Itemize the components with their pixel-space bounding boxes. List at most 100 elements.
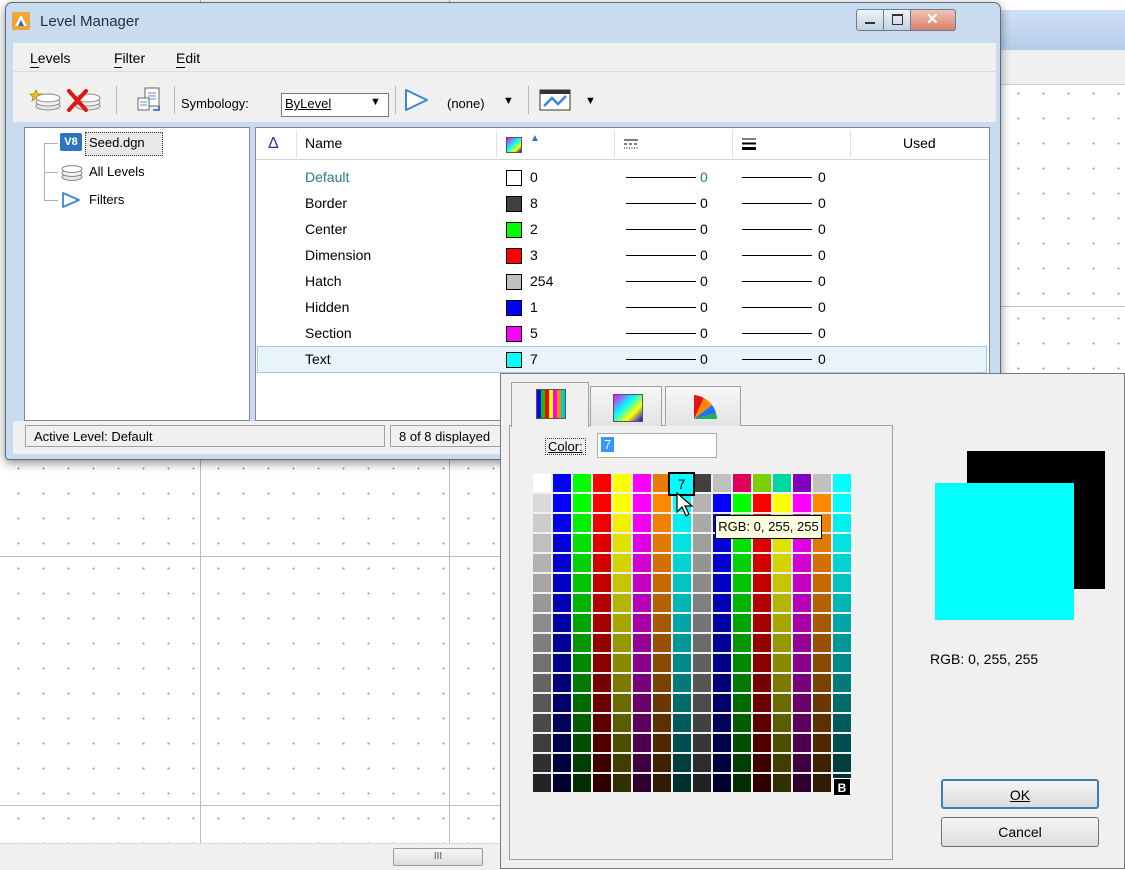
level-manager-titlebar[interactable]	[5, 2, 999, 42]
palette-cell[interactable]	[653, 534, 671, 552]
palette-cell[interactable]	[653, 774, 671, 792]
palette-cell[interactable]	[593, 514, 611, 532]
palette-cell[interactable]	[593, 594, 611, 612]
maximize-button[interactable]	[883, 9, 911, 31]
palette-cell[interactable]	[733, 674, 751, 692]
palette-cell[interactable]	[673, 694, 691, 712]
palette-cell[interactable]	[633, 574, 651, 592]
palette-cell[interactable]	[833, 494, 851, 512]
palette-cell[interactable]	[773, 654, 791, 672]
palette-cell[interactable]	[673, 674, 691, 692]
palette-cell[interactable]	[613, 534, 631, 552]
palette-cell[interactable]	[613, 554, 631, 572]
menu-filter[interactable]: Filter	[114, 50, 145, 66]
tab-color-index[interactable]	[511, 382, 589, 427]
level-row[interactable]	[257, 166, 987, 192]
palette-cell[interactable]	[693, 754, 711, 772]
palette-cell[interactable]	[693, 594, 711, 612]
palette-cell[interactable]	[753, 614, 771, 632]
palette-cell[interactable]	[593, 494, 611, 512]
palette-cell[interactable]	[733, 774, 751, 792]
palette-cell[interactable]	[573, 734, 591, 752]
palette-cell[interactable]	[573, 714, 591, 732]
palette-cell[interactable]	[593, 714, 611, 732]
palette-cell[interactable]	[733, 634, 751, 652]
palette-cell[interactable]	[673, 574, 691, 592]
delete-level-icon[interactable]	[66, 86, 102, 114]
palette-cell[interactable]	[833, 614, 851, 632]
palette-cell[interactable]	[773, 474, 791, 492]
palette-cell[interactable]	[753, 494, 771, 512]
color-column-icon[interactable]	[506, 137, 522, 153]
palette-cell[interactable]	[633, 634, 651, 652]
scrollbar-thumb[interactable]: III	[393, 848, 483, 866]
palette-cell[interactable]	[833, 514, 851, 532]
palette-cell[interactable]	[553, 654, 571, 672]
palette-cell[interactable]	[613, 754, 631, 772]
palette-cell[interactable]	[713, 754, 731, 772]
palette-cell[interactable]	[813, 634, 831, 652]
palette-cell[interactable]	[713, 614, 731, 632]
palette-cell[interactable]	[573, 634, 591, 652]
palette-cell[interactable]	[653, 714, 671, 732]
palette-cell[interactable]	[553, 734, 571, 752]
palette-cell[interactable]	[533, 614, 551, 632]
palette-cell[interactable]	[793, 594, 811, 612]
palette-cell[interactable]	[553, 674, 571, 692]
palette-cell[interactable]	[553, 634, 571, 652]
palette-cell[interactable]	[633, 594, 651, 612]
palette-cell[interactable]	[533, 714, 551, 732]
tree-item-all-levels[interactable]: All Levels	[89, 164, 145, 179]
palette-cell[interactable]	[633, 654, 651, 672]
palette-cell[interactable]	[713, 714, 731, 732]
sort-ascending-icon[interactable]: Δ	[268, 135, 279, 153]
palette-cell[interactable]	[793, 714, 811, 732]
palette-cell[interactable]	[593, 614, 611, 632]
palette-cell[interactable]	[733, 694, 751, 712]
palette-cell[interactable]	[773, 674, 791, 692]
palette-cell[interactable]	[753, 594, 771, 612]
palette-cell[interactable]	[833, 754, 851, 772]
palette-cell[interactable]	[553, 714, 571, 732]
palette-cell[interactable]	[793, 654, 811, 672]
palette-cell[interactable]	[613, 574, 631, 592]
palette-cell[interactable]	[753, 774, 771, 792]
import-export-icon[interactable]	[135, 86, 163, 114]
palette-cell[interactable]	[733, 574, 751, 592]
palette-cell[interactable]	[733, 654, 751, 672]
palette-cell[interactable]	[653, 494, 671, 512]
palette-cell[interactable]	[633, 714, 651, 732]
palette-cell[interactable]	[553, 554, 571, 572]
palette-cell[interactable]	[693, 634, 711, 652]
palette-cell[interactable]	[833, 634, 851, 652]
tab-true-color[interactable]	[590, 386, 662, 426]
palette-cell[interactable]	[533, 674, 551, 692]
level-row[interactable]	[257, 192, 987, 218]
palette-cell[interactable]	[713, 654, 731, 672]
palette-cell[interactable]	[573, 514, 591, 532]
palette-cell[interactable]	[673, 754, 691, 772]
palette-cell[interactable]	[553, 474, 571, 492]
palette-cell[interactable]	[693, 554, 711, 572]
column-header-used[interactable]: Used	[903, 135, 936, 151]
palette-cell[interactable]	[613, 694, 631, 712]
palette-cell[interactable]	[813, 594, 831, 612]
palette-cell[interactable]	[713, 674, 731, 692]
tab-color-wheel[interactable]	[665, 386, 741, 426]
level-display-icon[interactable]	[538, 86, 578, 114]
palette-cell[interactable]	[733, 594, 751, 612]
ok-button[interactable]: OK	[941, 779, 1099, 809]
tree-item-filters[interactable]: Filters	[89, 192, 124, 207]
palette-cell[interactable]	[613, 494, 631, 512]
palette-cell[interactable]	[733, 754, 751, 772]
cancel-button[interactable]: Cancel	[941, 817, 1099, 847]
palette-cell[interactable]	[733, 474, 751, 492]
level-row[interactable]	[257, 218, 987, 244]
palette-cell[interactable]	[813, 734, 831, 752]
palette-cell[interactable]	[613, 674, 631, 692]
palette-cell[interactable]	[693, 654, 711, 672]
palette-cell[interactable]	[553, 494, 571, 512]
palette-cell[interactable]	[573, 494, 591, 512]
level-row[interactable]	[257, 322, 987, 348]
palette-cell[interactable]	[573, 754, 591, 772]
